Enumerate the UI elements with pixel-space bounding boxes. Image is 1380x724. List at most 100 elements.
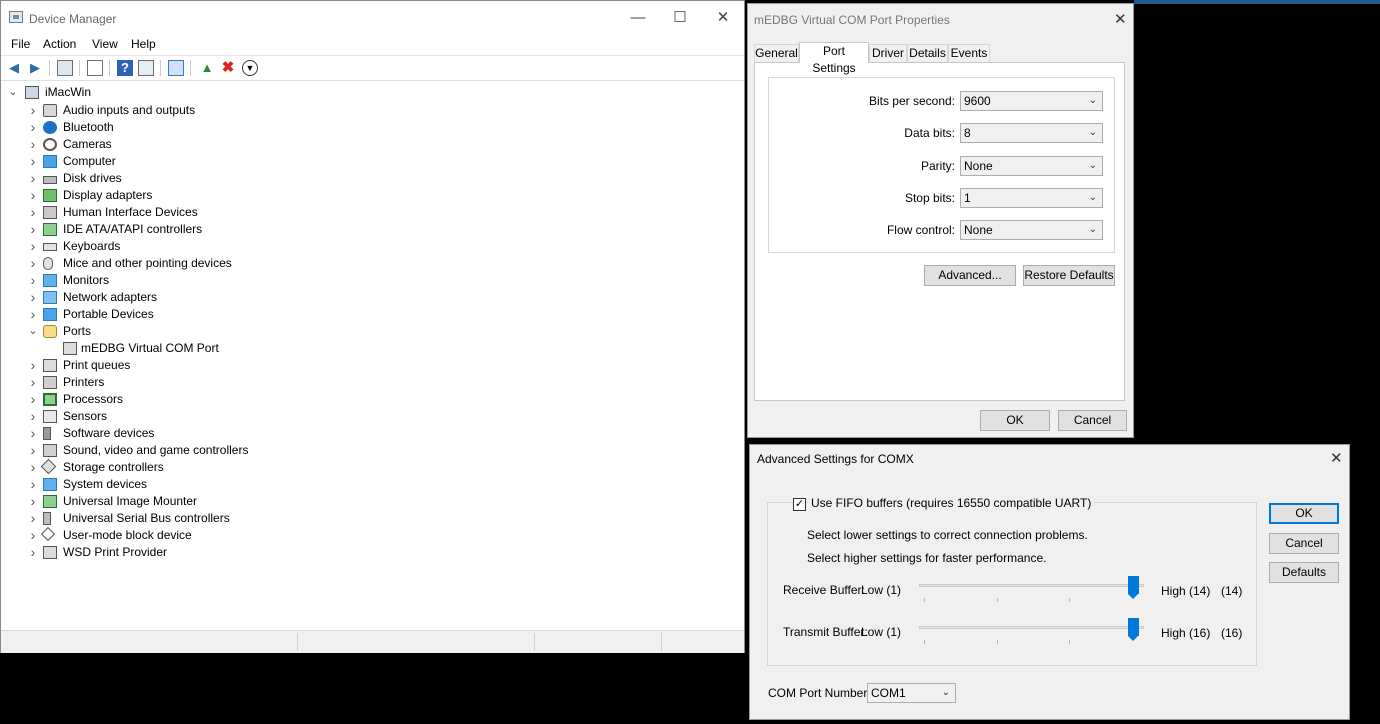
expand-arrow-icon[interactable]: › xyxy=(27,187,39,204)
expand-arrow-icon[interactable]: › xyxy=(27,255,39,272)
expand-arrow-icon[interactable]: › xyxy=(27,170,39,187)
menu-action[interactable]: Action xyxy=(43,37,76,51)
tab-events[interactable]: Events xyxy=(948,44,990,62)
expand-arrow-icon[interactable]: › xyxy=(27,238,39,255)
flow-control-select[interactable]: None ⌄ xyxy=(960,220,1103,240)
tree-category-item[interactable]: › Monitors xyxy=(27,272,427,289)
tree-category-item[interactable]: › Disk drives xyxy=(27,170,427,187)
tree-category-item[interactable]: › System devices xyxy=(27,476,427,493)
com-port-select[interactable]: COM1 ⌄ xyxy=(867,683,956,703)
tree-category-item[interactable]: ⌄ Ports xyxy=(27,323,427,340)
ok-button[interactable]: OK xyxy=(980,410,1050,431)
expand-arrow-icon[interactable]: › xyxy=(27,306,39,323)
tree-category-item[interactable]: › Display adapters xyxy=(27,187,427,204)
tab-port-settings[interactable]: Port Settings xyxy=(799,42,869,75)
uninstall-x-icon[interactable]: ✖ xyxy=(220,60,236,76)
properties-grid-icon[interactable] xyxy=(57,60,73,76)
expand-arrow-icon[interactable]: › xyxy=(27,408,39,425)
expand-arrow-icon[interactable]: › xyxy=(27,272,39,289)
tree-category-item[interactable]: › Cameras xyxy=(27,136,427,153)
expand-arrow-icon[interactable]: › xyxy=(27,510,39,527)
expand-arrow-icon[interactable]: › xyxy=(27,391,39,408)
menu-view[interactable]: View xyxy=(92,37,118,51)
tree-category-item[interactable]: › User-mode block device xyxy=(27,526,427,544)
receive-slider-thumb[interactable] xyxy=(1128,576,1139,599)
tree-category-item[interactable]: › Processors xyxy=(27,391,427,408)
tree-category-item[interactable]: › Bluetooth xyxy=(27,119,427,136)
tree-category-item[interactable]: › Audio inputs and outputs xyxy=(27,102,427,119)
tree-category-item[interactable]: › Printers xyxy=(27,374,427,391)
expand-arrow-icon[interactable]: › xyxy=(27,493,39,510)
expand-arrow-icon[interactable]: › xyxy=(27,425,39,442)
forward-arrow-icon[interactable]: ▶ xyxy=(27,60,43,76)
tree-category-item[interactable]: › Network adapters xyxy=(27,289,427,306)
expand-arrow-icon[interactable]: › xyxy=(27,153,39,170)
expand-arrow-icon[interactable]: › xyxy=(27,357,39,374)
expand-arrow-icon[interactable]: › xyxy=(27,442,39,459)
download-driver-icon[interactable]: ▼ xyxy=(242,60,258,76)
cancel-button[interactable]: Cancel xyxy=(1058,410,1127,431)
computer-icon xyxy=(43,155,57,168)
tab-general[interactable]: General xyxy=(754,44,799,62)
close-icon[interactable]: ✕ xyxy=(1330,449,1343,467)
expand-arrow-icon[interactable]: › xyxy=(27,374,39,391)
tree-category-item[interactable]: › Human Interface Devices xyxy=(27,204,427,221)
cancel-button[interactable]: Cancel xyxy=(1269,533,1339,554)
close-icon[interactable]: ✕ xyxy=(1114,10,1127,28)
fifo-checkbox[interactable]: ✓ xyxy=(793,498,806,511)
transmit-slider-thumb[interactable] xyxy=(1128,618,1139,641)
advanced-button[interactable]: Advanced... xyxy=(924,265,1016,286)
tree-category-item[interactable]: › Portable Devices xyxy=(27,306,427,323)
tree-category-item[interactable]: › Universal Serial Bus controllers xyxy=(27,510,427,527)
tree-category-item[interactable]: › Sensors xyxy=(27,408,427,425)
expand-arrow-icon[interactable]: › xyxy=(27,119,39,136)
tree-category-item[interactable]: › Computer xyxy=(27,153,427,170)
collapse-arrow-icon[interactable]: ⌄ xyxy=(7,84,19,101)
details-view-icon[interactable] xyxy=(138,60,154,76)
restore-defaults-button[interactable]: Restore Defaults xyxy=(1023,265,1115,286)
stop-bits-select[interactable]: 1 ⌄ xyxy=(960,188,1103,208)
tree-child-item[interactable]: mEDBG Virtual COM Port xyxy=(45,340,445,357)
minimize-button[interactable]: — xyxy=(627,7,649,29)
back-arrow-icon[interactable]: ◀ xyxy=(6,60,22,76)
tree-category-item[interactable]: › Keyboards xyxy=(27,238,427,255)
hid-icon xyxy=(43,206,57,219)
add-driver-icon[interactable]: ▲ xyxy=(199,60,215,76)
menu-help[interactable]: Help xyxy=(131,37,156,51)
menu-file[interactable]: File xyxy=(11,37,30,51)
data-bits-select[interactable]: 8 ⌄ xyxy=(960,123,1103,143)
tab-driver[interactable]: Driver xyxy=(869,44,907,62)
parity-select[interactable]: None ⌄ xyxy=(960,156,1103,176)
expand-arrow-icon[interactable]: › xyxy=(27,221,39,238)
tree-category-item[interactable]: › WSD Print Provider xyxy=(27,544,427,561)
expand-arrow-icon[interactable]: › xyxy=(27,289,39,306)
expand-arrow-icon[interactable]: › xyxy=(27,527,39,544)
tree-category-item[interactable]: › Software devices xyxy=(27,425,427,442)
tree-category-item[interactable]: › Mice and other pointing devices xyxy=(27,255,427,272)
transmit-buffer-slider[interactable] xyxy=(919,626,1144,629)
collapse-arrow-icon[interactable]: ⌄ xyxy=(27,323,39,340)
expand-arrow-icon[interactable]: › xyxy=(27,544,39,561)
tree-category-item[interactable]: › Sound, video and game controllers xyxy=(27,442,427,459)
expand-arrow-icon[interactable]: › xyxy=(27,459,39,476)
ok-button[interactable]: OK xyxy=(1269,503,1339,524)
tree-category-item[interactable]: › IDE ATA/ATAPI controllers xyxy=(27,221,427,238)
tab-details[interactable]: Details xyxy=(907,44,948,62)
defaults-button[interactable]: Defaults xyxy=(1269,562,1339,583)
expand-arrow-icon[interactable]: › xyxy=(27,476,39,493)
list-view-icon[interactable] xyxy=(87,60,103,76)
receive-buffer-slider[interactable] xyxy=(919,584,1144,587)
close-button[interactable]: ✕ xyxy=(712,7,734,29)
bits-per-second-select[interactable]: 9600 ⌄ xyxy=(960,91,1103,111)
tree-root[interactable]: ⌄ iMacWin xyxy=(7,84,307,101)
tree-category-item[interactable]: › Print queues xyxy=(27,357,427,374)
help-icon[interactable]: ? xyxy=(117,60,133,76)
expand-arrow-icon[interactable]: › xyxy=(27,102,39,119)
title-bar[interactable]: Device Manager — ☐ ✕ xyxy=(1,1,744,35)
tree-category-item[interactable]: › Storage controllers xyxy=(27,458,427,476)
tree-category-item[interactable]: › Universal Image Mounter xyxy=(27,493,427,510)
expand-arrow-icon[interactable]: › xyxy=(27,204,39,221)
expand-arrow-icon[interactable]: › xyxy=(27,136,39,153)
maximize-button[interactable]: ☐ xyxy=(669,7,691,29)
monitor-scan-icon[interactable] xyxy=(168,60,184,76)
